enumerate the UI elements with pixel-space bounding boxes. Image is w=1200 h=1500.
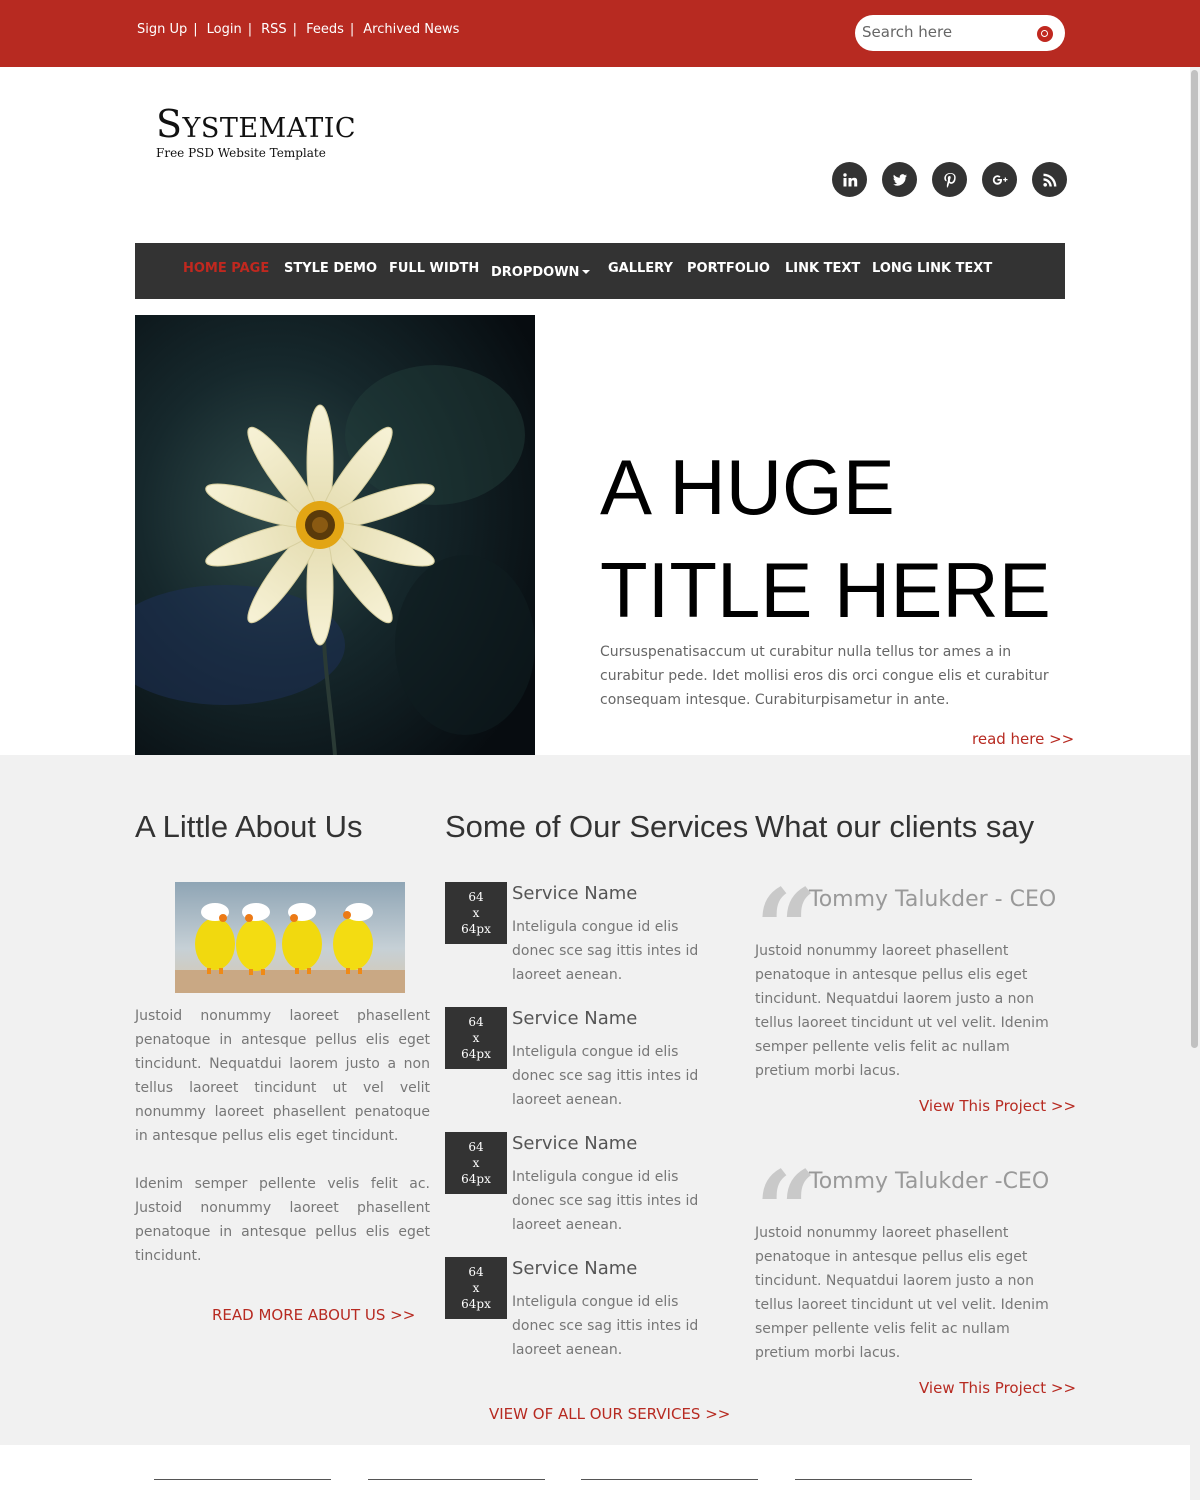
scrollbar-thumb[interactable] [1191, 70, 1198, 1048]
logo-title: Systematic [156, 102, 357, 146]
nav-home-page[interactable]: HOME PAGE [183, 261, 269, 276]
main-nav: HOME PAGE STYLE DEMO FULL WIDTH DROPDOWN… [135, 243, 1065, 299]
caret-down-icon [582, 269, 591, 274]
thumb-line: 64 [468, 890, 484, 904]
thumb-line: 64px [461, 1047, 491, 1061]
hero-title-line1: A HUGE [600, 443, 895, 531]
thumb-line: x [472, 1156, 480, 1170]
view-all-services-link[interactable]: VIEW OF ALL OUR SERVICES >> [489, 1405, 730, 1423]
thumb-line: 64px [461, 922, 491, 936]
nav-dropdown[interactable]: DROPDOWN [491, 261, 591, 280]
service-text: Inteligula congue id elis donec sce sag … [512, 1169, 699, 1233]
service-thumbnail: 64 x 64px [445, 1257, 507, 1319]
site-logo[interactable]: Systematic Free PSD Website Template [156, 104, 356, 160]
hero-flower-image [135, 315, 535, 755]
top-links: Sign Up | Login | RSS | Feeds | Archived New… [137, 22, 459, 37]
hero-title-line2: TITLE HERE [600, 546, 1051, 634]
feeds-link[interactable]: Feeds [306, 22, 344, 37]
thumb-line: 64 [468, 1140, 484, 1154]
archived-news-link[interactable]: Archived News [363, 22, 459, 37]
service-name[interactable]: Service Name [512, 1133, 637, 1154]
nav-dropdown-label: DROPDOWN [491, 265, 580, 280]
footer-divider [368, 1479, 545, 1480]
services-title: Some of Our Services [445, 809, 749, 844]
thumb-line: x [472, 1281, 480, 1295]
linkedin-icon[interactable] [832, 162, 867, 197]
nav-full-width[interactable]: FULL WIDTH [389, 261, 479, 276]
google-plus-icon[interactable] [982, 162, 1017, 197]
top-bar: Sign Up | Login | RSS | Feeds | Archived New… [0, 0, 1200, 67]
thumb-line: 64px [461, 1172, 491, 1186]
service-text: Inteligula congue id elis donec sce sag … [512, 1044, 699, 1108]
testimonial-name: Tommy Talukder - CEO [809, 887, 1057, 912]
read-more-about-link[interactable]: READ MORE ABOUT US >> [212, 1306, 415, 1324]
login-link[interactable]: Login [207, 22, 242, 37]
search-input[interactable] [862, 23, 1027, 41]
service-item: 64 x 64px Service Name Inteligula congue… [445, 882, 735, 1002]
footer-divider [154, 1479, 331, 1480]
twitter-icon[interactable] [882, 162, 917, 197]
footer-divider [581, 1479, 758, 1480]
thumb-line: 64 [468, 1015, 484, 1029]
hero-read-more-link[interactable]: read here >> [972, 730, 1074, 748]
service-item: 64 x 64px Service Name Inteligula congue… [445, 1007, 735, 1127]
service-name[interactable]: Service Name [512, 1008, 637, 1029]
testimonial-text: Justoid nonummy laoreet phasellent penat… [755, 943, 1049, 1079]
service-text: Inteligula congue id elis donec sce sag … [512, 919, 699, 983]
top-link-separator: | [247, 22, 253, 37]
about-paragraph-1: Justoid nonummy laoreet phasellent penat… [135, 1008, 430, 1144]
testimonial-text: Justoid nonummy laoreet phasellent penat… [755, 1225, 1049, 1361]
top-link-separator: | [193, 22, 198, 37]
footer-divider [795, 1479, 972, 1480]
hero-title: A HUGE TITLE HERE [600, 436, 1070, 642]
top-link-separator: | [349, 22, 355, 37]
service-item: 64 x 64px Service Name Inteligula congue… [445, 1257, 735, 1377]
service-thumbnail: 64 x 64px [445, 1007, 507, 1069]
about-chicks-image [175, 882, 405, 993]
thumb-line: x [472, 906, 480, 920]
service-item: 64 x 64px Service Name Inteligula congue… [445, 1132, 735, 1252]
nav-style-demo[interactable]: STYLE DEMO [284, 261, 377, 276]
service-text: Inteligula congue id elis donec sce sag … [512, 1294, 699, 1358]
search-box [855, 15, 1065, 51]
nav-link-text[interactable]: LINK TEXT [785, 261, 860, 276]
nav-portfolio[interactable]: PORTFOLIO [687, 261, 770, 276]
service-thumbnail: 64 x 64px [445, 1132, 507, 1194]
service-thumbnail: 64 x 64px [445, 882, 507, 944]
search-icon[interactable] [1037, 26, 1053, 42]
rss-link[interactable]: RSS [261, 22, 287, 37]
view-project-link[interactable]: View This Project >> [919, 1379, 1076, 1397]
testimonial-name: Tommy Talukder -CEO [809, 1169, 1050, 1194]
about-paragraph-2: Idenim semper pellente velis felit ac. J… [135, 1176, 430, 1264]
social-links [832, 162, 1067, 197]
hero-text: Cursuspenatisaccum ut curabitur nulla te… [600, 644, 1049, 708]
nav-long-link-text[interactable]: LONG LINK TEXT [872, 261, 992, 276]
rss-icon[interactable] [1032, 162, 1067, 197]
about-title: A Little About Us [135, 809, 363, 844]
pinterest-icon[interactable] [932, 162, 967, 197]
top-link-separator: | [292, 22, 298, 37]
service-name[interactable]: Service Name [512, 883, 637, 904]
testimonials-title: What our clients say [755, 809, 1035, 844]
thumb-line: x [472, 1031, 480, 1045]
view-project-link[interactable]: View This Project >> [919, 1097, 1076, 1115]
logo-subtitle: Free PSD Website Template [156, 146, 326, 160]
thumb-line: 64px [461, 1297, 491, 1311]
signup-link[interactable]: Sign Up [137, 22, 187, 37]
service-name[interactable]: Service Name [512, 1258, 637, 1279]
nav-gallery[interactable]: GALLERY [608, 261, 673, 276]
thumb-line: 64 [468, 1265, 484, 1279]
